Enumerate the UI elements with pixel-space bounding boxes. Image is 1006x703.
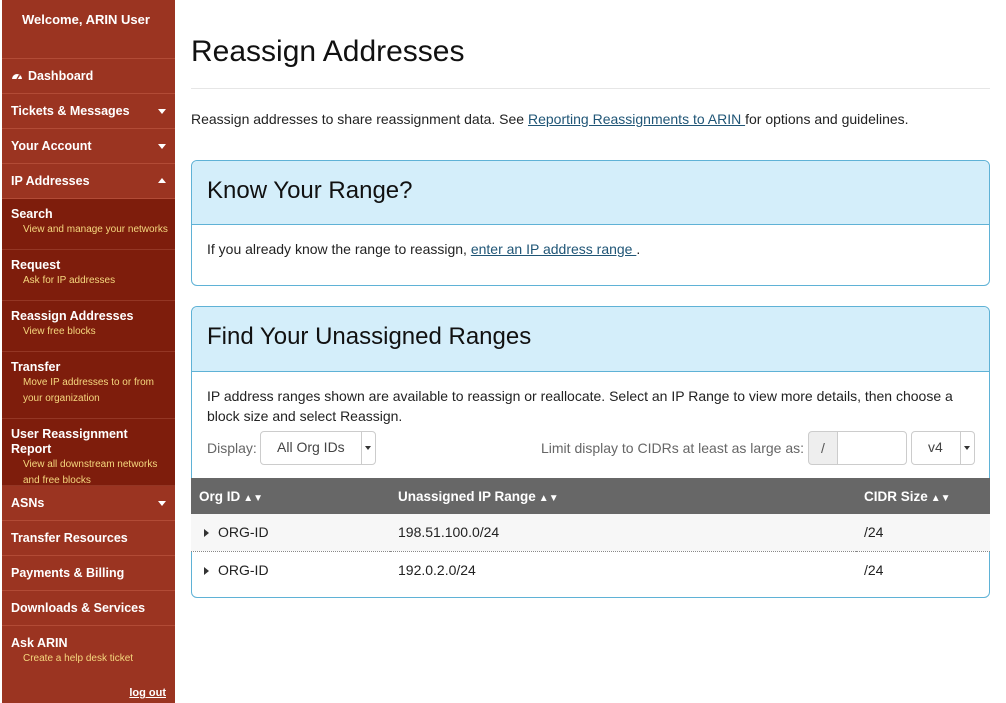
subitem-desc: View all downstream networks and free bl… [23,459,158,486]
expand-icon[interactable] [204,566,209,575]
cell-org-id: ORG-ID [191,551,390,588]
select-value: All Org IDs [277,439,345,455]
filter-controls: Display: All Org IDs Limit display to CI… [192,426,989,478]
find-unassigned-panel: Find Your Unassigned Ranges IP address r… [191,306,990,598]
subitem-title: Search [11,207,53,221]
subitem-title: Reassign Addresses [11,309,134,323]
panel-body: If you already know the range to reassig… [192,225,989,273]
main-content: Reassign Addresses Reassign addresses to… [191,0,990,598]
sidebar-item-label: ASNs [11,496,45,510]
cidr-size-input[interactable] [837,431,907,465]
sidebar-item-dashboard[interactable]: Dashboard [2,59,175,94]
org-id-value: ORG-ID [218,561,269,578]
sidebar-subitem-request[interactable]: Request Ask for IP addresses [2,250,175,301]
intro-post: for options and guidelines. [745,111,909,127]
sidebar-item-label: Your Account [11,139,92,153]
sidebar-item-label: Dashboard [28,69,94,83]
table-header-row: Org ID ▲▼ Unassigned IP Range ▲▼ CIDR Size… [191,478,990,514]
org-id-value: ORG-ID [218,524,269,541]
subitem-title: Ask ARIN [11,636,68,650]
expand-icon[interactable] [204,529,209,538]
cell-org-id: ORG-ID [191,514,390,551]
cell-cidr: /24 [864,524,884,541]
chevron-down-icon [158,109,166,114]
subitem-desc: View free blocks [23,326,96,337]
sidebar-item-asns[interactable]: ASNs [2,486,175,521]
know-your-range-panel: Know Your Range? If you already know the… [191,160,990,286]
subitem-title: Transfer [11,360,61,374]
sidebar-item-label: Transfer Resources [11,531,128,545]
intro-pre: Reassign addresses to share reassignment… [191,111,528,127]
table-row[interactable]: ORG-ID 192.0.2.0/24 /24 [191,551,990,588]
display-label: Display: [207,440,257,456]
column-label: Unassigned IP Range [398,488,536,504]
sidebar-item-ask-arin[interactable]: Ask ARIN Create a help desk ticket [2,626,175,678]
select-value: v4 [928,439,943,455]
panel-description: IP address ranges shown are available to… [207,388,953,424]
org-id-select[interactable]: All Org IDs [260,431,376,465]
column-ip-range[interactable]: Unassigned IP Range ▲▼ [390,478,856,514]
chevron-up-icon [158,178,166,183]
sidebar-item-label: Payments & Billing [11,566,125,580]
sidebar-item-account[interactable]: Your Account [2,129,175,164]
sidebar-item-tickets[interactable]: Tickets & Messages [2,94,175,129]
sidebar-subitem-transfer[interactable]: Transfer Move IP addresses to or from yo… [2,352,175,419]
sidebar-item-label: Tickets & Messages [11,104,130,118]
cidr-slash-addon: / [808,431,838,465]
unassigned-ranges-table: Org ID ▲▼ Unassigned IP Range ▲▼ CIDR Size… [191,478,990,588]
sidebar-item-transfer-resources[interactable]: Transfer Resources [2,521,175,556]
logout-link[interactable]: log out [129,687,166,699]
know-text: If you already know the range to reassig… [207,241,471,257]
subitem-desc: Ask for IP addresses [23,275,116,286]
subitem-title: Request [11,258,61,272]
welcome-text: Welcome, ARIN User [2,0,175,59]
enter-ip-range-link[interactable]: enter an IP address range [471,241,637,257]
chevron-down-icon [361,432,375,464]
page-title: Reassign Addresses [191,35,990,89]
sort-icon: ▲▼ [538,492,559,504]
subitem-desc: Move IP addresses to or from your organi… [23,377,154,404]
column-label: Org ID [199,488,241,504]
limit-label: Limit display to CIDRs at least as large… [541,440,804,456]
column-cidr-size[interactable]: CIDR Size ▲▼ [856,478,990,514]
sidebar-item-label: IP Addresses [11,174,90,188]
sidebar-subitem-reassign[interactable]: Reassign Addresses View free blocks [2,301,175,352]
column-label: CIDR Size [864,488,928,504]
subitem-desc: View and manage your networks [23,224,168,235]
cell-ip-range: 198.51.100.0/24 [398,524,500,541]
chevron-down-icon [158,501,166,506]
subitem-desc: Create a help desk ticket [23,653,134,664]
sidebar-subitem-search[interactable]: Search View and manage your networks [2,199,175,250]
subitem-title: User Reassignment Report [11,427,128,456]
sort-icon: ▲▼ [930,492,951,504]
chevron-down-icon [960,432,974,464]
sidebar-item-label: Downloads & Services [11,601,146,615]
sidebar-subitem-user-reassignment-report[interactable]: User Reassignment Report View all downst… [2,419,175,486]
cell-ip-range: 192.0.2.0/24 [398,561,476,578]
reporting-reassignments-link[interactable]: Reporting Reassignments to ARIN [528,111,745,127]
chevron-down-icon [158,144,166,149]
sidebar-item-downloads[interactable]: Downloads & Services [2,591,175,626]
sidebar-item-payments[interactable]: Payments & Billing [2,556,175,591]
panel-heading: Find Your Unassigned Ranges [192,307,989,372]
table-row[interactable]: ORG-ID 198.51.100.0/24 /24 [191,514,990,551]
panel-heading: Know Your Range? [192,161,989,225]
column-org-id[interactable]: Org ID ▲▼ [191,478,390,514]
sidebar-item-ip-addresses[interactable]: IP Addresses [2,164,175,199]
cell-cidr: /24 [864,561,884,578]
intro-text: Reassign addresses to share reassignment… [191,111,990,127]
know-text-end: . [636,241,641,257]
sidebar: Welcome, ARIN User Dashboard Tickets & M… [2,0,175,703]
ip-version-select[interactable]: v4 [911,431,975,465]
dashboard-icon [12,74,22,80]
sort-icon: ▲▼ [243,492,264,504]
